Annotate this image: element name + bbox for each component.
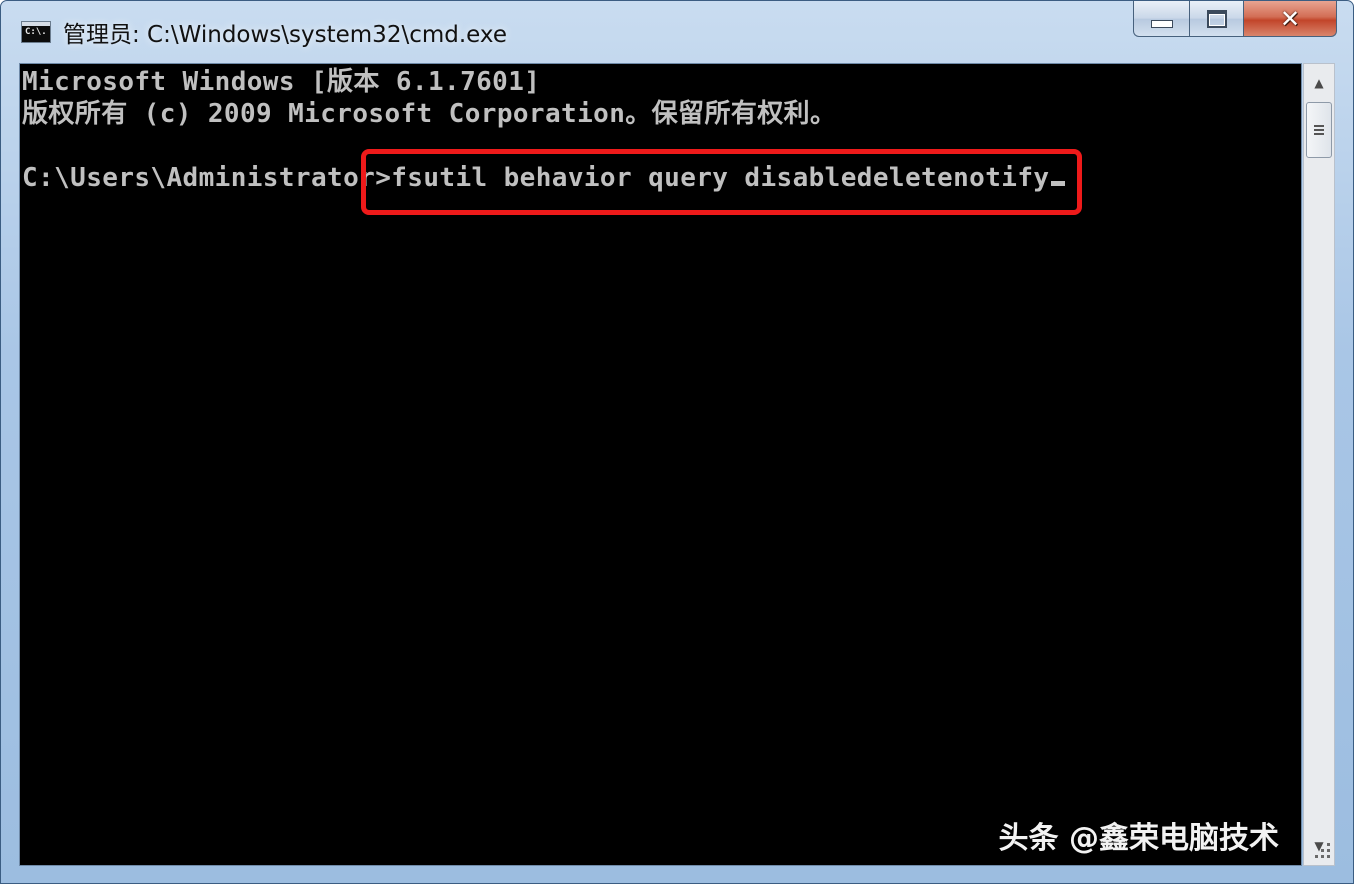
console-output[interactable]: Microsoft Windows [版本 6.1.7601] 版权所有 (c)… — [19, 63, 1302, 866]
console-prompt: C:\Users\Administrator — [22, 163, 376, 193]
minimize-button[interactable] — [1133, 1, 1189, 37]
scroll-up-arrow-icon[interactable]: ▲ — [1304, 66, 1334, 100]
console-line-version: Microsoft Windows [版本 6.1.7601] — [22, 67, 541, 97]
title-bar[interactable]: C:\. 管理员: C:\Windows\system32\cmd.exe ✕ — [1, 1, 1353, 63]
watermark: 头条 @鑫荣电脑技术 — [998, 821, 1279, 856]
maximize-button[interactable] — [1189, 1, 1243, 37]
console-app-icon[interactable]: C:\. — [21, 21, 51, 43]
close-icon: ✕ — [1279, 4, 1301, 33]
maximize-icon — [1206, 9, 1227, 28]
command-highlight-box — [361, 149, 1082, 215]
thumb-grip-icon — [1314, 125, 1324, 135]
window-title: 管理员: C:\Windows\system32\cmd.exe — [63, 22, 507, 48]
minimize-icon — [1150, 19, 1173, 28]
cmd-window: C:\. 管理员: C:\Windows\system32\cmd.exe ✕ … — [0, 0, 1354, 884]
resize-grip-icon[interactable] — [1303, 835, 1335, 865]
console-line-copyright: 版权所有 (c) 2009 Microsoft Corporation。保留所有… — [22, 99, 837, 129]
close-button[interactable]: ✕ — [1243, 1, 1337, 37]
vertical-scrollbar[interactable]: ▲ ▼ — [1303, 63, 1335, 866]
scroll-thumb[interactable] — [1306, 102, 1332, 158]
caption-buttons: ✕ — [1133, 1, 1337, 39]
